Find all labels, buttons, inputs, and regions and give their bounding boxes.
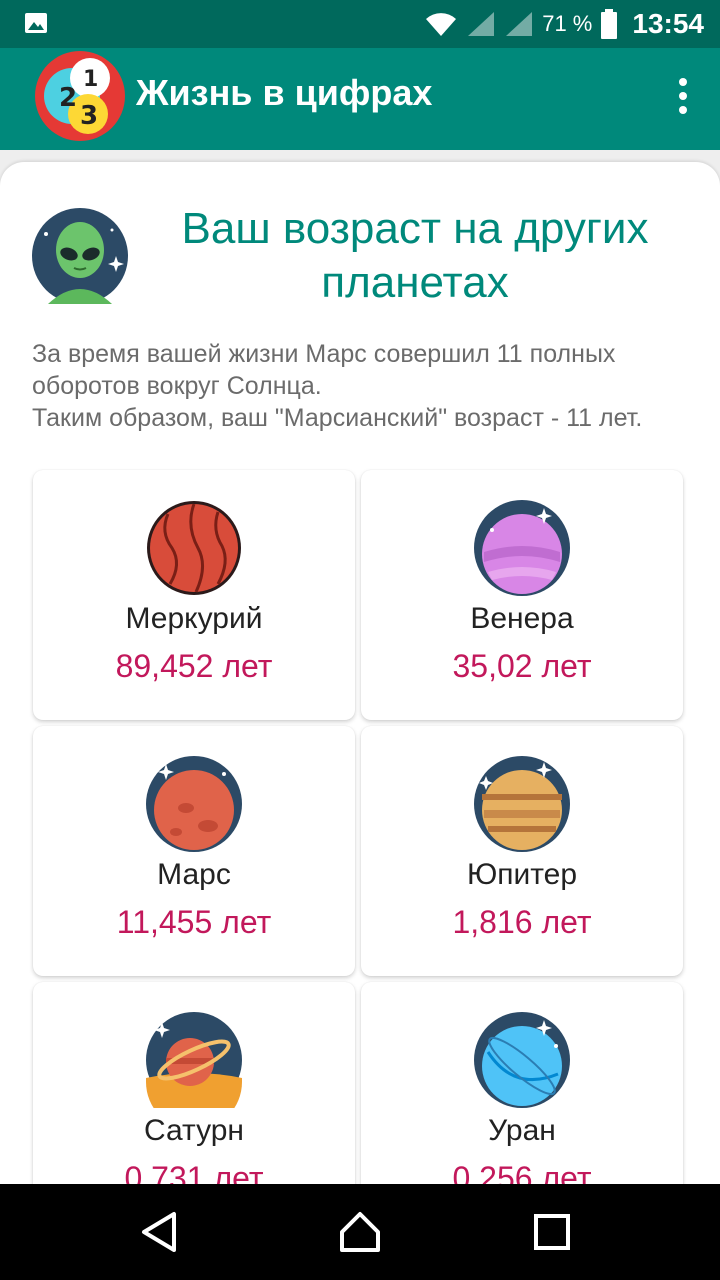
clock: 13:54 xyxy=(632,8,704,39)
app-title: Жизнь в цифрах xyxy=(136,72,433,113)
planet-age: 35,02 лет xyxy=(452,648,592,684)
mars-icon xyxy=(146,756,242,852)
planet-name: Марс xyxy=(157,858,231,891)
image-notification-icon xyxy=(25,13,47,33)
svg-text:2: 2 xyxy=(59,83,77,113)
planet-card-jupiter[interactable]: Юпитер 1,816 лет xyxy=(361,726,683,976)
planet-name: Сатурн xyxy=(143,1114,245,1147)
overflow-menu-icon[interactable] xyxy=(676,78,690,114)
alien-icon xyxy=(32,208,128,304)
signal-icon xyxy=(468,12,495,36)
planet-age: 89,452 лет xyxy=(115,648,273,684)
planet-card-uranus[interactable]: Уран 0,256 лет xyxy=(361,982,683,1192)
battery-percent: 71 % xyxy=(542,11,593,36)
planet-name: Меркурий xyxy=(125,602,263,635)
back-icon[interactable] xyxy=(136,1208,184,1256)
wifi-icon xyxy=(426,13,457,36)
svg-text:3: 3 xyxy=(80,101,98,131)
status-bar: 71 % 13:54 xyxy=(0,0,720,48)
signal-icon-2 xyxy=(506,12,533,36)
battery-icon xyxy=(601,9,618,39)
navigation-bar xyxy=(0,1184,720,1280)
mars-age-description: За время вашей жизни Марс совершил 11 по… xyxy=(32,340,643,432)
planet-card-mercury[interactable]: Меркурий 89,452 лет xyxy=(33,470,355,720)
planet-card-venus[interactable]: Венера 35,02 лет xyxy=(361,470,683,720)
planet-age: 1,816 лет xyxy=(452,904,592,940)
planet-name: Юпитер xyxy=(466,858,578,891)
mercury-icon xyxy=(147,501,241,595)
venus-icon xyxy=(474,500,570,596)
planet-card-mars[interactable]: Марс 11,455 лет xyxy=(33,726,355,976)
home-icon[interactable] xyxy=(336,1208,384,1256)
uranus-icon xyxy=(474,1012,570,1108)
planet-name: Венера xyxy=(470,602,574,635)
planet-name: Уран xyxy=(488,1114,556,1147)
saturn-icon xyxy=(146,1012,242,1108)
svg-text:1: 1 xyxy=(83,67,98,92)
jupiter-icon xyxy=(474,756,570,852)
planet-age-card: Ваш возраст на других планетах За время … xyxy=(0,162,720,1192)
numbers-logo-icon: 2 1 3 xyxy=(35,51,125,141)
section-heading: Ваш возраст на других планетах xyxy=(181,204,649,307)
planet-age: 11,455 лет xyxy=(116,904,272,940)
recents-icon[interactable] xyxy=(528,1208,576,1256)
planet-card-saturn[interactable]: Сатурн 0,731 лет xyxy=(33,982,355,1192)
